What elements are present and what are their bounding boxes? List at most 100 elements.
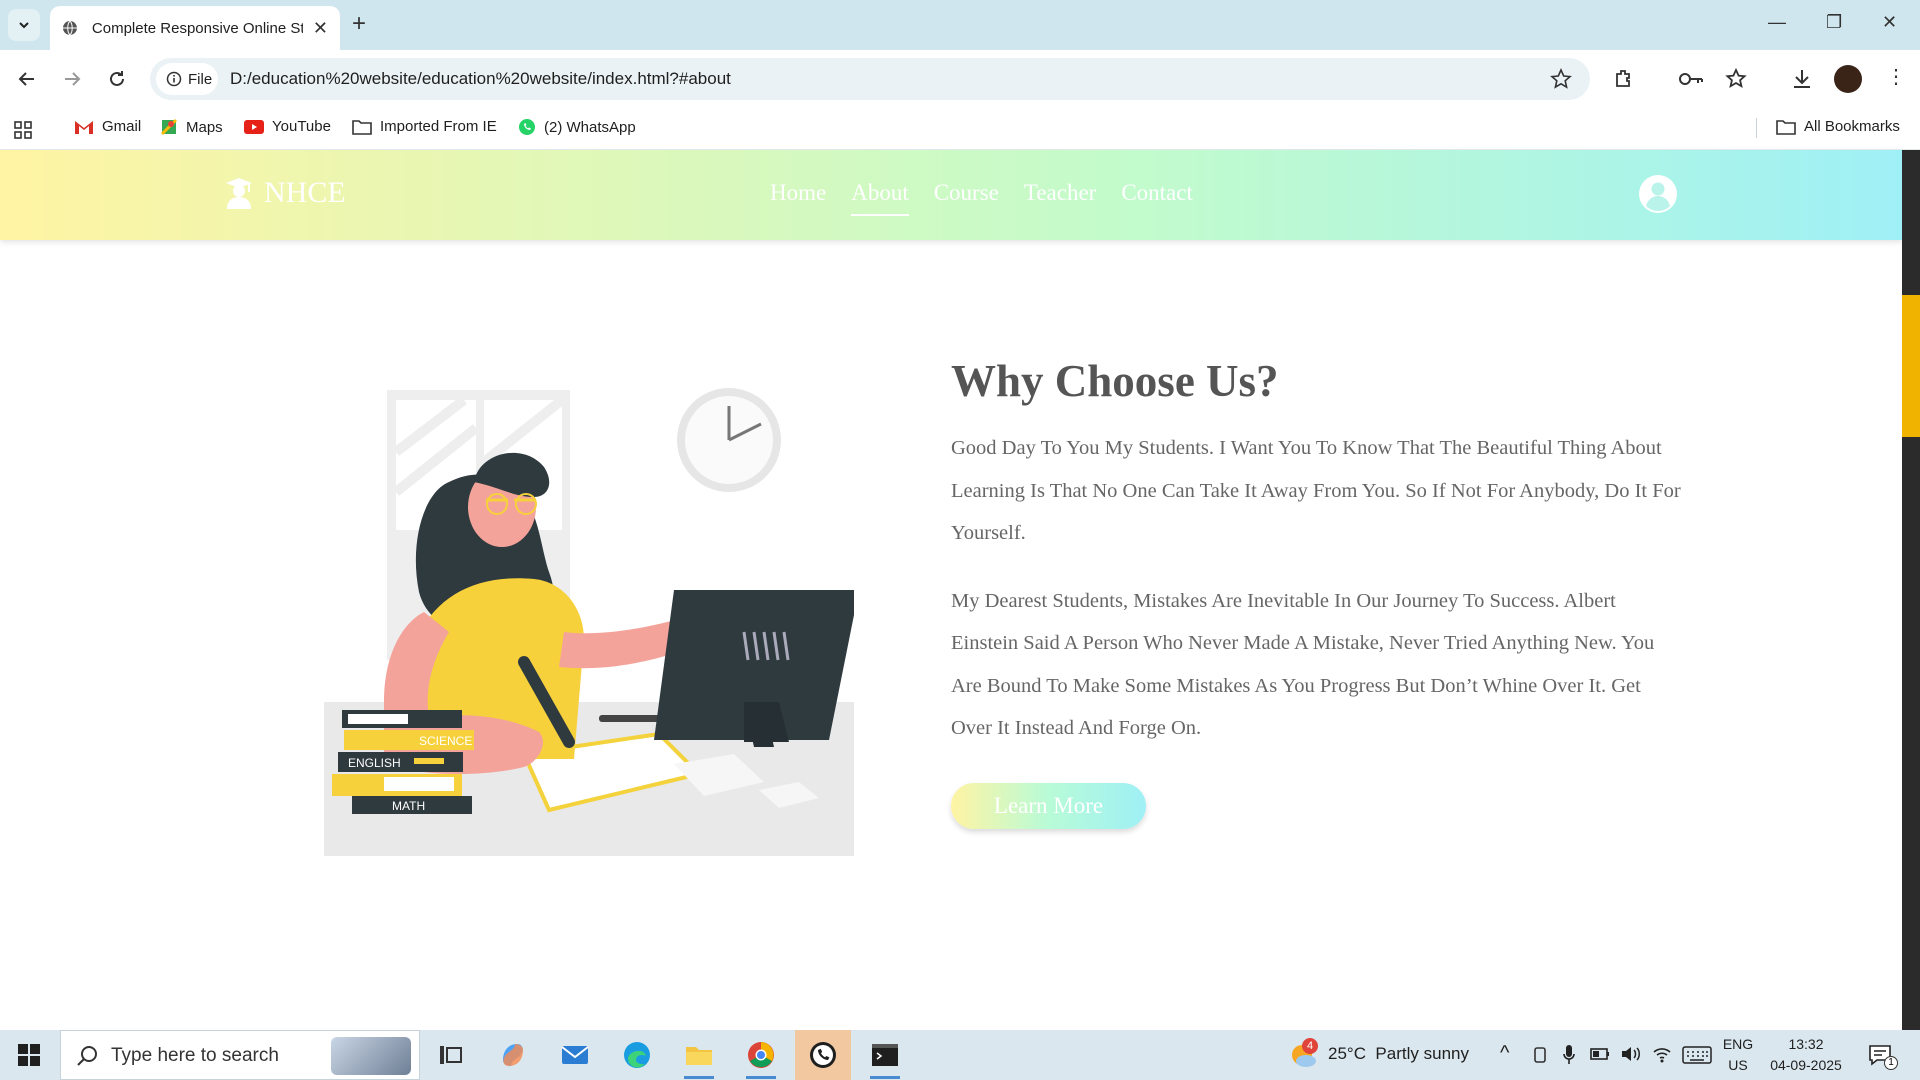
clock-time[interactable]: 13:32 — [1766, 1036, 1846, 1052]
url-text[interactable]: D:/education%20website/education%20websi… — [230, 69, 731, 89]
clock-illustration — [677, 388, 781, 492]
edge-browser-icon[interactable] — [622, 1040, 652, 1070]
microphone-icon[interactable] — [1562, 1044, 1576, 1066]
graduate-icon — [226, 178, 252, 209]
minimize-icon[interactable]: — — [1768, 12, 1786, 33]
password-key-icon[interactable] — [1678, 67, 1704, 91]
forward-button[interactable] — [59, 66, 85, 92]
chrome-running-indicator — [746, 1076, 776, 1079]
about-section: Why Choose Us? Good Day To You My Studen… — [951, 355, 1681, 829]
file-explorer-icon[interactable] — [684, 1040, 714, 1070]
bookmark-gmail[interactable]: Gmail — [74, 118, 141, 135]
nav-course[interactable]: Course — [934, 180, 999, 206]
page-scrollbar[interactable] — [1902, 150, 1920, 1030]
weather-badge: 4 — [1302, 1038, 1318, 1054]
globe-icon — [62, 20, 77, 36]
bookmark-youtube[interactable]: YouTube — [244, 118, 331, 135]
terminal-icon[interactable] — [870, 1040, 900, 1070]
mail-icon[interactable] — [560, 1040, 590, 1070]
forward-arrow-icon — [65, 72, 81, 86]
bookmark-whatsapp[interactable]: (2) WhatsApp — [518, 118, 636, 136]
tab-title: Complete Responsive Online St — [91, 19, 303, 37]
wifi-icon[interactable] — [1652, 1045, 1672, 1063]
nav-home[interactable]: Home — [770, 180, 826, 206]
site-info-label: File — [188, 70, 213, 88]
whatsapp-taskbar-icon[interactable] — [808, 1040, 838, 1070]
reload-button[interactable] — [104, 66, 130, 92]
browser-tabstrip: Complete Responsive Online St ✕ + — ❐ ✕ — [0, 0, 1920, 50]
learn-more-button[interactable]: Learn More — [951, 782, 1146, 829]
browser-toolbar: File D:/education%20website/education%20… — [0, 50, 1920, 108]
info-icon — [166, 71, 182, 87]
profile-avatar[interactable] — [1834, 65, 1862, 93]
books-stack-illustration: SCIENCE ENGLISH MATH — [332, 710, 474, 814]
bookmark-maps[interactable]: Maps — [160, 118, 223, 136]
restore-icon[interactable]: ❐ — [1826, 12, 1842, 33]
taskbar-search-box[interactable]: Type here to search — [60, 1030, 420, 1080]
book-english-label: ENGLISH — [348, 756, 401, 770]
battery-icon[interactable] — [1590, 1046, 1610, 1062]
youtube-icon — [244, 119, 264, 134]
folder-icon — [1776, 119, 1796, 135]
task-view-icon[interactable] — [436, 1040, 466, 1070]
download-icon[interactable] — [1790, 67, 1814, 91]
apps-grid-icon[interactable] — [14, 121, 32, 139]
weather-text[interactable]: 25°C Partly sunny — [1328, 1044, 1469, 1064]
search-icon — [77, 1046, 97, 1066]
extensions-icon[interactable] — [1612, 67, 1636, 91]
clock-date[interactable]: 04-09-2025 — [1766, 1057, 1846, 1073]
back-button[interactable] — [14, 66, 40, 92]
site-logo[interactable]: NHCE — [224, 176, 346, 210]
chrome-icon[interactable] — [746, 1040, 776, 1070]
about-paragraph-2: My Dearest Students, Mistakes Are Inevit… — [951, 589, 1655, 740]
tab-close-icon[interactable]: ✕ — [313, 18, 328, 39]
search-highlight-image — [331, 1037, 411, 1075]
main-nav: Home About Course Teacher Contact — [770, 180, 1218, 216]
chevron-down-icon — [19, 22, 29, 29]
folder-icon — [352, 119, 372, 135]
bookmarks-divider — [1756, 118, 1757, 138]
site-info-chip[interactable]: File — [156, 63, 218, 95]
tray-overflow-icon[interactable]: ^ — [1500, 1042, 1509, 1065]
terminal-running-indicator — [870, 1076, 900, 1079]
favorites-icon[interactable] — [1724, 67, 1748, 91]
language-bottom[interactable]: US — [1718, 1057, 1758, 1073]
nav-contact[interactable]: Contact — [1121, 180, 1193, 206]
webpage-viewport: NHCE Home About Course Teacher Contact S… — [0, 150, 1902, 1030]
bookmark-imported-from-ie[interactable]: Imported From IE — [352, 118, 497, 135]
notification-count: 1 — [1884, 1056, 1898, 1070]
window-close-icon[interactable]: ✕ — [1882, 12, 1897, 33]
new-tab-button[interactable]: + — [352, 11, 366, 37]
more-menu-icon[interactable]: ⋮ — [1886, 64, 1906, 89]
meet-now-icon[interactable] — [1533, 1046, 1549, 1064]
volume-icon[interactable] — [1620, 1045, 1642, 1063]
browser-tab-active[interactable]: Complete Responsive Online St ✕ — [50, 6, 340, 50]
back-arrow-icon — [18, 72, 34, 86]
about-paragraph-1: Good Day To You My Students. I Want You … — [951, 437, 1681, 544]
nav-about[interactable]: About — [851, 180, 909, 216]
logo-text: NHCE — [264, 176, 346, 209]
bookmark-star-icon[interactable] — [1550, 68, 1572, 90]
taskbar-search-placeholder: Type here to search — [111, 1045, 279, 1066]
about-heading: Why Choose Us? — [951, 356, 1279, 406]
student-at-computer-illustration: SCIENCE ENGLISH MATH — [324, 388, 854, 856]
language-top[interactable]: ENG — [1718, 1036, 1758, 1052]
windows-start-icon[interactable] — [18, 1044, 40, 1066]
nav-teacher[interactable]: Teacher — [1024, 180, 1096, 206]
keyboard-icon[interactable] — [1682, 1046, 1712, 1064]
bookmark-label: Gmail — [102, 118, 142, 135]
page-scrollbar-thumb[interactable] — [1902, 295, 1920, 437]
address-bar[interactable]: File D:/education%20website/education%20… — [150, 58, 1590, 100]
all-bookmarks-label: All Bookmarks — [1804, 118, 1900, 135]
monitor-illustration — [654, 590, 854, 747]
whatsapp-icon — [519, 119, 535, 135]
site-header: NHCE Home About Course Teacher Contact — [0, 150, 1902, 240]
bookmark-label: (2) WhatsApp — [544, 118, 636, 136]
all-bookmarks[interactable]: All Bookmarks — [1776, 118, 1900, 135]
copilot-icon[interactable] — [498, 1040, 528, 1070]
bookmark-label: Maps — [186, 118, 223, 136]
reload-icon — [110, 71, 124, 86]
user-account-icon[interactable] — [1638, 174, 1678, 214]
tab-search-button[interactable] — [8, 9, 40, 41]
bookmark-label: Imported From IE — [380, 118, 497, 135]
